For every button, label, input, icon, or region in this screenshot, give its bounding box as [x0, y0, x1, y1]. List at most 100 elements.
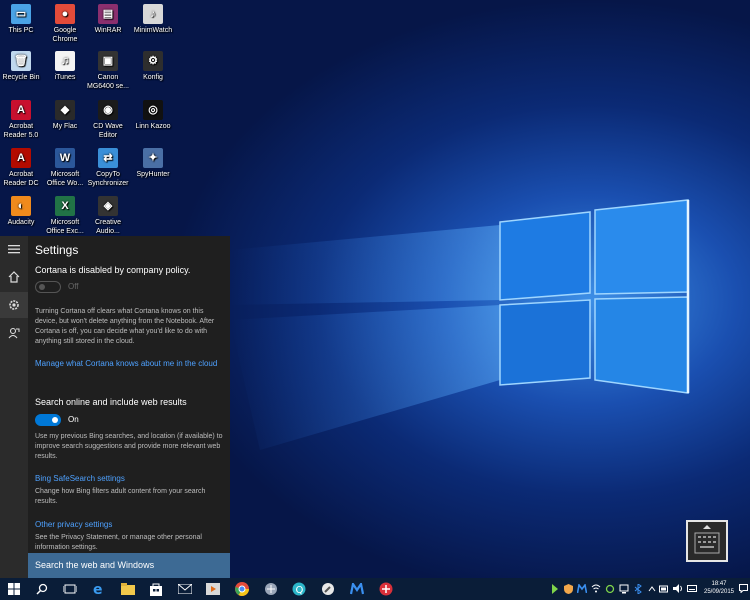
safesearch-link[interactable]: Bing SafeSearch settings	[35, 473, 223, 484]
desktop-icon[interactable]: X Microsoft Office Exc...	[41, 196, 89, 236]
cortana-toggle-label: Off	[68, 282, 79, 291]
desktop-icon-image: ▣	[98, 51, 118, 71]
battery-icon[interactable]	[659, 583, 669, 594]
chevron-up-icon[interactable]	[647, 583, 657, 594]
desktop-icon-label: Acrobat Reader 5.0	[3, 123, 39, 139]
desktop-icon-label: Canon MG6400 se...	[86, 74, 130, 90]
desktop-icon[interactable]: ⚙ Konfig	[129, 51, 177, 82]
clock-time: 18:47	[711, 581, 727, 587]
search-app-icon[interactable]: Q	[290, 580, 308, 598]
desktop-icon-label: MinimWatch	[133, 27, 173, 34]
manage-cortana-cloud-link[interactable]: Manage what Cortana knows about me in th…	[35, 358, 223, 369]
desktop-icon-label: Google Chrome	[52, 27, 78, 43]
cortana-panel: Settings Cortana is disabled by company …	[0, 236, 230, 578]
web-results-toggle[interactable]	[35, 414, 61, 426]
desktop-icon-image: A	[11, 148, 31, 168]
store-icon[interactable]	[147, 580, 165, 598]
desktop-icon-label: My Flac	[52, 123, 78, 130]
volume-icon[interactable]	[673, 583, 683, 594]
privacy-settings-link[interactable]: Other privacy settings	[35, 519, 223, 530]
keyboard-icon[interactable]	[687, 583, 697, 594]
desktop-icon[interactable]: ◈ Creative Audio...	[84, 196, 132, 236]
desktop-icon-image: ⇄	[98, 148, 118, 168]
media-player-icon[interactable]	[204, 580, 222, 598]
wifi-tray-icon[interactable]	[591, 583, 601, 594]
page-title: Settings	[35, 243, 79, 257]
touch-keyboard-widget[interactable]	[686, 520, 728, 562]
desktop-icon[interactable]: ▣ Canon MG6400 se...	[84, 51, 132, 91]
network-tool-icon[interactable]	[262, 580, 280, 598]
desktop-icon-label: CopyTo Synchronizer	[87, 171, 129, 187]
desktop-icon-label: CD Wave Editor	[93, 123, 123, 139]
desktop-icon-label: Microsoft Office Exc...	[46, 219, 84, 235]
file-explorer-icon[interactable]	[119, 580, 137, 598]
feedback-icon[interactable]	[0, 320, 28, 346]
desktop-icon[interactable]: ◐ Audacity	[0, 196, 45, 227]
winrar-app-icon[interactable]	[377, 580, 395, 598]
svg-text:e: e	[93, 582, 103, 596]
desktop-icon[interactable]: ▤ WinRAR	[84, 4, 132, 35]
hamburger-icon[interactable]	[0, 236, 28, 262]
task-view-icon[interactable]	[61, 580, 79, 598]
desktop-icon-image: ◆	[55, 100, 75, 120]
desktop-icon-image: X	[55, 196, 75, 216]
malwarebytes-icon[interactable]	[348, 580, 366, 598]
desktop-icon[interactable]: ◉ CD Wave Editor	[84, 100, 132, 140]
web-results-description: Use my previous Bing searches, and locat…	[35, 433, 223, 460]
search-icon[interactable]	[33, 580, 51, 598]
clock[interactable]: 18:47 25/09/2015	[703, 580, 735, 596]
desktop-icon[interactable]: W Microsoft Office Wo...	[41, 148, 89, 188]
desktop-icon-label: SpyHunter	[136, 171, 170, 178]
desktop-icon[interactable]: ♫ iTunes	[41, 51, 89, 82]
desktop-icon[interactable]: ✦ SpyHunter	[129, 148, 177, 179]
desktop-icon[interactable]: ◆ My Flac	[41, 100, 89, 131]
edge-icon[interactable]: e	[90, 580, 108, 598]
gear-icon[interactable]	[0, 292, 28, 318]
winamp-icon[interactable]	[549, 583, 559, 594]
desktop-icon[interactable]: A Acrobat Reader 5.0	[0, 100, 45, 140]
desktop-icon-label: WinRAR	[94, 27, 122, 34]
network-tray-icon[interactable]	[619, 583, 629, 594]
web-results-toggle-label: On	[68, 415, 79, 424]
desktop-icon-label: Microsoft Office Wo...	[46, 171, 84, 187]
start-icon[interactable]	[5, 580, 23, 598]
home-icon[interactable]	[0, 264, 28, 290]
desktop-icon-image: ♪	[143, 4, 163, 24]
safesearch-description: Change how Bing filters adult content fr…	[35, 488, 206, 505]
desktop-icon[interactable]: ◎ Linn Kazoo	[129, 100, 177, 131]
sync-tray-icon[interactable]	[605, 583, 615, 594]
desktop-icon[interactable]: ⇄ CopyTo Synchronizer	[84, 148, 132, 188]
desktop-icon-image: ⚙	[143, 51, 163, 71]
desktop-icon[interactable]: ▭ This PC	[0, 4, 45, 35]
bluetooth-tray-icon[interactable]	[633, 583, 643, 594]
desktop-icon-label: Acrobat Reader DC	[3, 171, 39, 187]
wrench-icon[interactable]	[319, 580, 337, 598]
cortana-toggle	[35, 281, 61, 293]
cortana-rail	[0, 236, 28, 578]
policy-text: Cortana is disabled by company policy.	[35, 265, 191, 275]
desktop-icon[interactable]: ● Google Chrome	[41, 4, 89, 44]
desktop-icon-image: ♫	[55, 51, 75, 71]
desktop-icon-image: ✦	[143, 148, 163, 168]
desktop-icon-image: W	[55, 148, 75, 168]
desktop-icon[interactable]: A Acrobat Reader DC	[0, 148, 45, 188]
desktop-icon-image: 🗑	[11, 51, 31, 71]
desktop-icon-image: ◎	[143, 100, 163, 120]
desktop-icon[interactable]: ♪ MinimWatch	[129, 4, 177, 35]
desktop-icon[interactable]: 🗑 Recycle Bin	[0, 51, 45, 82]
chrome-icon[interactable]	[233, 580, 251, 598]
taskbar: e Q 18:47 25/09/2015	[0, 578, 750, 600]
desktop-icon-image: ●	[55, 4, 75, 24]
shield-icon[interactable]	[563, 583, 573, 594]
desktop-icon-label: Konfig	[143, 74, 163, 81]
search-input[interactable]: Search the web and Windows	[28, 553, 230, 578]
desktop-icon-label: iTunes	[54, 74, 76, 81]
desktop-icon-label: Creative Audio...	[94, 219, 122, 235]
malwarebytes-tray-icon[interactable]	[577, 583, 587, 594]
mail-icon[interactable]	[176, 580, 194, 598]
action-center-icon[interactable]	[738, 583, 748, 594]
desktop-icon-label: This PC	[8, 27, 34, 34]
desktop-icon-image: ▤	[98, 4, 118, 24]
desktop-icon-image: ◉	[98, 100, 118, 120]
desktop-icon-label: Linn Kazoo	[135, 123, 171, 130]
